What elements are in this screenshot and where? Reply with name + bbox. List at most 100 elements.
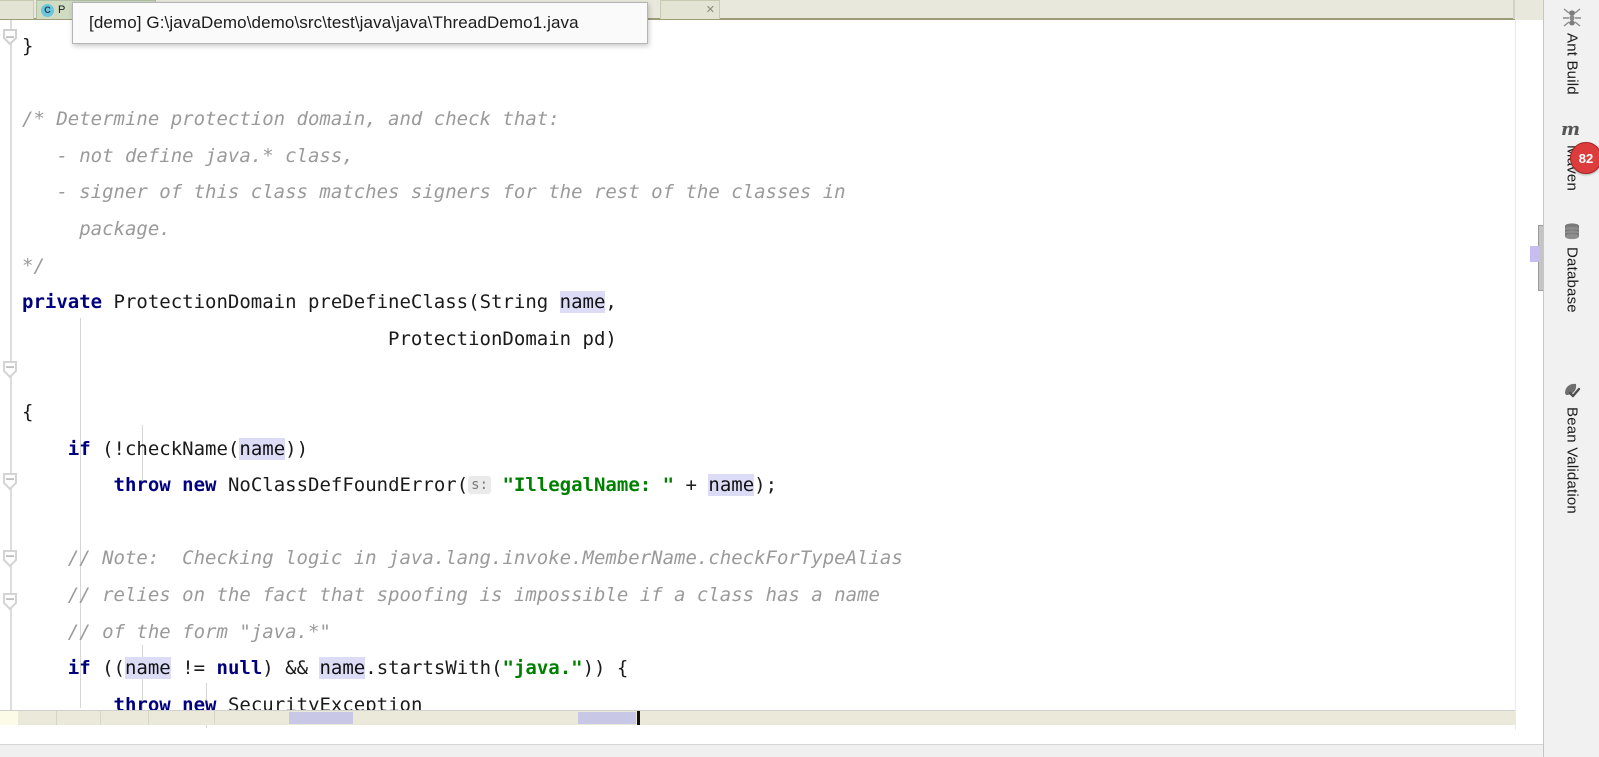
right-tool-window-bar[interactable]: Ant Build m Maven 82 Database Bean Valid… [1543,0,1599,757]
code-line: /* Determine protection domain, and chec… [22,101,560,138]
fold-collapse-icon[interactable] [0,592,22,614]
code-token-plain: != [170,657,217,680]
code-line: - signer of this class matches signers f… [22,174,846,211]
code-token-plain: (!checkName( [90,437,240,460]
code-token-hl: name [708,474,755,497]
tool-window-ant-build[interactable]: Ant Build [1544,4,1599,95]
code-token-str: "IllegalName: " [502,474,675,497]
code-folding-gutter[interactable] [0,20,22,730]
code-line: private ProtectionDomain preDefineClass(… [22,284,617,321]
code-token-plain: { [22,401,34,423]
code-line: throw new NoClassDefFoundError(s: "Illeg… [22,467,777,504]
file-path-tooltip-text: [demo] G:\javaDemo\demo\src\test\java\ja… [89,13,579,32]
code-line: */ [22,248,45,285]
scrollbar-occurrence-marker [289,712,353,724]
code-token-kw: throw [113,474,171,497]
code-token-kw: private [22,291,103,314]
code-token-cmt: */ [22,254,45,277]
code-token-cmt: // relies on the fact that spoofing is i… [22,584,880,606]
tool-window-bean-validation[interactable]: Bean Validation [1544,378,1599,514]
code-token-cmt: package. [22,218,171,240]
editor-tab-2[interactable]: ✕ [660,0,720,19]
code-token-plain: ProtectionDomain pd) [22,327,617,350]
maven-m-icon: m [1559,116,1585,142]
bean-validation-icon [1559,378,1585,404]
ide-window: ✕ C P ✕ [demo] G:\javaDemo\demo\src\test… [0,0,1599,757]
file-path-tooltip: [demo] G:\javaDemo\demo\src\test\java\ja… [72,2,648,44]
fold-collapse-icon[interactable] [0,472,22,494]
code-token-kw: if [67,437,91,460]
code-line: ProtectionDomain pd) [22,321,617,358]
scrollbar-tick [148,711,149,725]
code-token-cmt: - signer of this class matches signers f… [22,181,846,204]
code-token-cmt: /* Determine protection domain, and chec… [22,108,560,131]
code-token-hl: name [239,437,286,460]
fold-collapse-icon[interactable] [0,28,22,50]
tool-window-database[interactable]: Database [1544,218,1599,313]
code-line: // relies on the fact that spoofing is i… [22,577,880,614]
maven-notification-badge[interactable]: 82 [1570,142,1599,174]
code-line: // of the form "java.*" [22,614,331,651]
code-line: // Note: Checking logic in java.lang.inv… [22,540,903,577]
code-token-plain: (( [90,657,125,680]
code-token-plain: } [22,35,34,57]
scrollbar-tick [56,711,57,725]
code-token-plain: ); [754,474,778,497]
code-line: if ((name != null) && name.startsWith("j… [22,650,628,687]
scrollbar-tick [100,711,101,725]
code-token-hint: s: [468,476,492,495]
svg-text:m: m [1561,119,1580,140]
code-text-area[interactable]: } /* Determine protection domain, and ch… [22,20,1515,730]
scrollbar-occurrence-marker [578,712,636,724]
scrollbar-occurrence-marker [1530,246,1540,262]
class-file-icon: C [41,3,54,17]
code-line: package. [22,211,171,248]
code-token-str: "java." [502,657,583,680]
code-line: } [22,28,33,65]
ant-icon [1559,4,1585,30]
code-token-cmt: - not define java.* class, [22,144,354,167]
tab-strip-edge [1513,0,1515,19]
code-token-plain: , [605,291,617,314]
status-strip [0,744,1599,757]
tool-window-ant-build-label: Ant Build [1563,33,1581,95]
code-line: if (!checkName(name)) [22,431,308,468]
code-token-kw: if [67,657,91,680]
code-token-plain: )) { [582,657,629,680]
code-token-hl: name [319,657,366,680]
scrollbar-lead-cap [0,711,18,725]
tool-window-database-label: Database [1563,247,1581,313]
close-icon[interactable]: ✕ [706,4,715,16]
fold-collapse-icon[interactable] [0,360,22,382]
code-token-kw: null [216,657,263,680]
code-line: { [22,394,33,431]
scrollbar-tick [214,711,215,725]
code-token-kw: new [182,474,217,497]
code-token-cmt: // of the form "java.*" [22,620,331,643]
code-token-cmt: // Note: Checking logic in java.lang.inv… [22,547,903,570]
database-icon [1559,218,1585,244]
fold-collapse-icon[interactable] [0,548,22,570]
code-token-plain: NoClassDefFoundError( [216,474,469,497]
code-token-plain: )) [285,437,309,460]
editor-tab-0[interactable]: ✕ [0,0,34,19]
code-token-plain: .startsWith( [365,657,503,680]
code-editor[interactable]: } /* Determine protection domain, and ch… [0,20,1515,730]
horizontal-scrollbar[interactable] [0,710,1515,725]
code-token-hl: name [124,657,171,680]
tool-window-bean-validation-label: Bean Validation [1563,407,1581,514]
scrollbar-caret-marker [637,711,640,725]
code-token-plain: + [674,474,709,497]
code-token-plain: ProtectionDomain preDefineClass(String [102,291,560,314]
code-token-hl: name [559,291,606,314]
editor-tab-1-label: P [58,4,66,16]
code-token-plain: ) && [262,657,320,680]
